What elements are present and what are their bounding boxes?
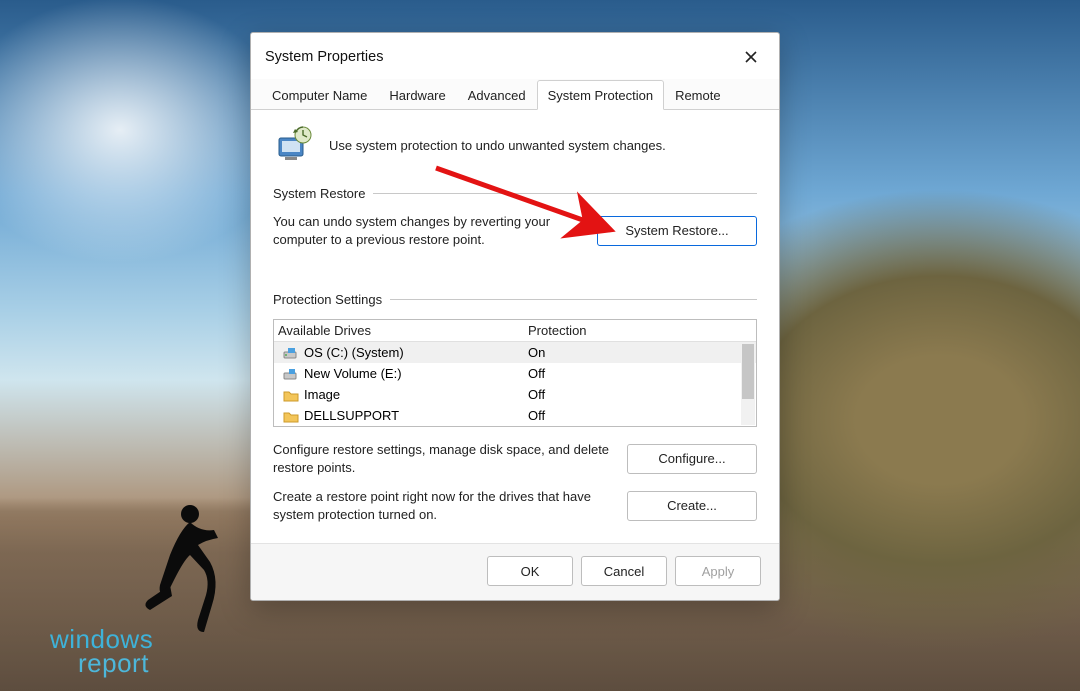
drive-row[interactable]: OS (C:) (System) On	[274, 342, 756, 363]
disk-icon	[278, 367, 304, 381]
dialog-footer: OK Cancel Apply	[251, 543, 779, 600]
window-title: System Properties	[265, 49, 383, 65]
system-restore-group: System Restore You can undo system chang…	[273, 186, 757, 248]
scroll-thumb[interactable]	[742, 344, 754, 399]
drives-header: Available Drives Protection	[274, 320, 756, 342]
intro-text: Use system protection to undo unwanted s…	[329, 138, 666, 153]
drive-row[interactable]: New Volume (E:) Off	[274, 363, 756, 384]
protection-settings-legend: Protection Settings	[273, 292, 382, 307]
col-available-drives: Available Drives	[278, 323, 528, 338]
tab-computer-name[interactable]: Computer Name	[261, 80, 378, 110]
system-properties-dialog: System Properties Computer Name Hardware…	[250, 32, 780, 601]
drive-name: Image	[304, 387, 528, 402]
configure-desc: Configure restore settings, manage disk …	[273, 441, 611, 476]
drives-list[interactable]: Available Drives Protection OS (C:) (Sys…	[273, 319, 757, 427]
col-protection: Protection	[528, 323, 738, 338]
watermark-logo: windows report	[50, 627, 153, 676]
drive-protection: Off	[528, 387, 752, 402]
tab-hardware[interactable]: Hardware	[378, 80, 456, 110]
drive-row[interactable]: Image Off	[274, 384, 756, 405]
ok-button[interactable]: OK	[487, 556, 573, 586]
apply-button: Apply	[675, 556, 761, 586]
system-restore-legend: System Restore	[273, 186, 365, 201]
drive-row[interactable]: DELLSUPPORT Off	[274, 405, 756, 426]
tab-remote[interactable]: Remote	[664, 80, 732, 110]
close-icon	[744, 50, 758, 64]
drive-name: OS (C:) (System)	[304, 345, 528, 360]
tab-system-protection[interactable]: System Protection	[537, 80, 665, 110]
drive-protection: Off	[528, 366, 752, 381]
drive-name: New Volume (E:)	[304, 366, 528, 381]
system-protection-icon	[273, 124, 315, 166]
runner-silhouette	[140, 500, 230, 640]
protection-settings-group: Protection Settings Available Drives Pro…	[273, 292, 757, 523]
folder-icon	[278, 409, 304, 423]
intro-row: Use system protection to undo unwanted s…	[273, 124, 757, 166]
cancel-button[interactable]: Cancel	[581, 556, 667, 586]
dialog-body: Use system protection to undo unwanted s…	[251, 110, 779, 543]
tab-advanced[interactable]: Advanced	[457, 80, 537, 110]
drive-protection: Off	[528, 408, 752, 423]
folder-icon	[278, 388, 304, 402]
watermark-line2: report	[50, 651, 153, 676]
disk-system-icon	[278, 346, 304, 360]
titlebar: System Properties	[251, 33, 779, 79]
drive-protection: On	[528, 345, 752, 360]
tab-row: Computer Name Hardware Advanced System P…	[251, 79, 779, 110]
drive-name: DELLSUPPORT	[304, 408, 528, 423]
system-restore-desc: You can undo system changes by reverting…	[273, 213, 581, 248]
close-button[interactable]	[737, 43, 765, 71]
create-desc: Create a restore point right now for the…	[273, 488, 611, 523]
create-button[interactable]: Create...	[627, 491, 757, 521]
system-restore-button[interactable]: System Restore...	[597, 216, 757, 246]
drives-scrollbar[interactable]	[741, 344, 755, 425]
configure-button[interactable]: Configure...	[627, 444, 757, 474]
